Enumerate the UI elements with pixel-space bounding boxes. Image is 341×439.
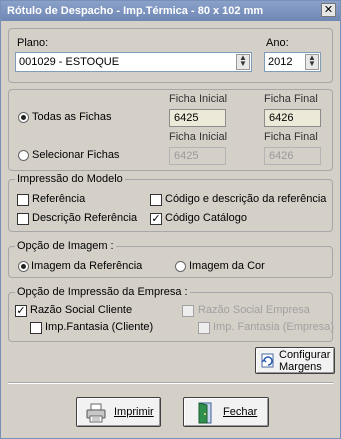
imagem-cor-radio[interactable] — [175, 261, 186, 272]
descricao-referencia-checkbox[interactable] — [17, 213, 29, 225]
title-bar: Rótulo de Despacho - Imp.Térmica - 80 x … — [1, 1, 340, 21]
sel-ficha-inicial-value: 6425 — [174, 150, 199, 162]
codigo-descricao-label: Código e descrição da referência — [165, 193, 327, 205]
codigo-catalogo-checkbox[interactable]: ✓ — [150, 213, 162, 225]
fantasia-cliente-label: Imp.Fantasia (Cliente) — [45, 321, 154, 333]
ficha-final-label: Ficha Final — [264, 93, 318, 105]
spinner-down-icon: ▼ — [239, 59, 247, 68]
opcao-imagem-title: Opção de Imagem : — [15, 240, 116, 252]
referencia-checkbox[interactable] — [17, 194, 29, 206]
razao-cliente-checkbox[interactable]: ✓ — [15, 305, 27, 317]
margens-label: Margens — [279, 361, 322, 373]
sel-ficha-inicial-field[interactable]: 6425 — [169, 147, 226, 165]
door-exit-icon — [198, 402, 212, 424]
sel-ficha-final-value: 6426 — [269, 150, 294, 162]
todas-ficha-final-field[interactable]: 6426 — [264, 109, 321, 127]
plano-select[interactable]: 001029 - ESTOQUE ▲ ▼ — [15, 52, 252, 72]
ano-label: Ano: — [266, 37, 289, 49]
razao-empresa-checkbox[interactable] — [182, 305, 194, 317]
fantasia-cliente-checkbox[interactable] — [30, 322, 42, 334]
window-title: Rótulo de Despacho - Imp.Térmica - 80 x … — [7, 5, 264, 17]
ano-spinner-icon[interactable]: ▲ ▼ — [305, 54, 319, 70]
razao-empresa-label: Razão Social Empresa — [198, 304, 310, 316]
imprimir-button[interactable]: Imprimir — [76, 397, 161, 427]
ficha-inicial-label: Ficha Inicial — [169, 93, 228, 105]
spinner-down-icon: ▼ — [308, 59, 316, 68]
selecionar-fichas-radio[interactable] — [18, 150, 29, 161]
configurar-margens-button[interactable]: Configurar Margens — [255, 347, 335, 374]
selecionar-fichas-label: Selecionar Fichas — [32, 149, 120, 161]
check-icon: ✓ — [16, 305, 26, 317]
margins-refresh-icon — [261, 353, 274, 368]
todas-ficha-inicial-value: 6425 — [174, 112, 199, 124]
fantasia-empresa-checkbox[interactable] — [198, 322, 210, 334]
close-button[interactable]: ✕ — [321, 3, 336, 17]
sel-ficha-inicial-label: Ficha Inicial — [169, 131, 228, 143]
configurar-label: Configurar — [279, 349, 331, 361]
todas-ficha-inicial-field[interactable]: 6425 — [169, 109, 226, 127]
todas-fichas-radio[interactable] — [18, 112, 29, 123]
plano-spinner-icon[interactable]: ▲ ▼ — [236, 54, 250, 70]
fechar-button[interactable]: Fechar — [183, 397, 269, 427]
referencia-label: Referência — [32, 193, 86, 205]
plano-value: 001029 - ESTOQUE — [19, 56, 120, 68]
razao-cliente-label: Razão Social Cliente — [30, 304, 133, 316]
todas-ficha-final-value: 6426 — [269, 112, 294, 124]
imagem-referencia-radio[interactable] — [18, 261, 29, 272]
impressao-modelo-title: Impressão do Modelo — [15, 173, 125, 185]
opcao-empresa-title: Opção de Impressão da Empresa : — [15, 286, 190, 298]
bottom-separator — [8, 382, 333, 384]
imagem-cor-label: Imagem da Cor — [189, 260, 265, 272]
ano-select[interactable]: 2012 ▲ ▼ — [264, 52, 321, 72]
plano-label: Plano: — [17, 37, 49, 49]
impressao-modelo-group — [8, 179, 333, 232]
fechar-label: Fechar — [223, 406, 258, 418]
descricao-referencia-label: Descrição Referência — [32, 212, 138, 224]
imprimir-label: Imprimir — [114, 406, 154, 418]
check-icon: ✓ — [151, 213, 161, 225]
imagem-referencia-label: Imagem da Referência — [31, 260, 143, 272]
printer-icon — [86, 403, 106, 423]
fantasia-empresa-label: Imp. Fantasia (Empresa) — [213, 321, 335, 333]
sel-ficha-final-field[interactable]: 6426 — [264, 147, 321, 165]
codigo-descricao-checkbox[interactable] — [150, 194, 162, 206]
todas-fichas-label: Todas as Fichas — [32, 111, 112, 123]
codigo-catalogo-label: Código Catálogo — [165, 212, 247, 224]
close-icon: ✕ — [323, 4, 334, 16]
dialog-window: Rótulo de Despacho - Imp.Térmica - 80 x … — [0, 0, 341, 439]
sel-ficha-final-label: Ficha Final — [264, 131, 318, 143]
opcao-empresa-group — [8, 292, 333, 342]
ano-value: 2012 — [268, 56, 293, 68]
